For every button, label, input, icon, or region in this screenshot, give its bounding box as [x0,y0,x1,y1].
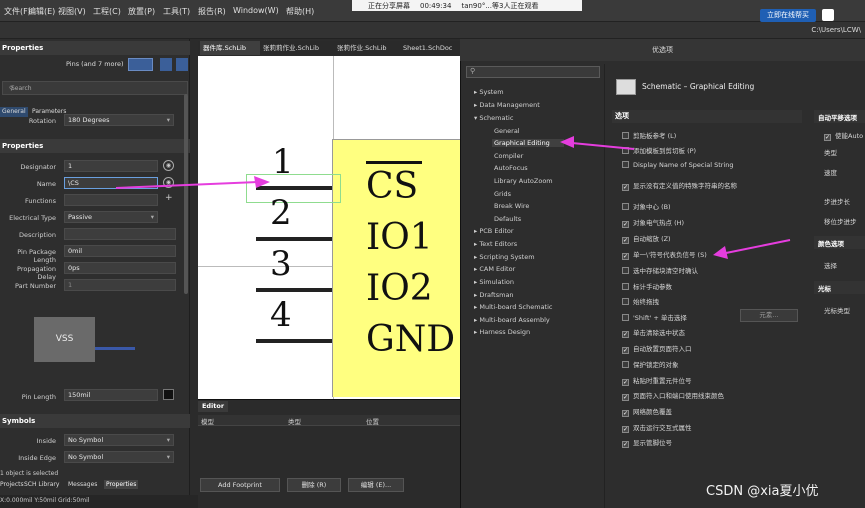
arrow-to-pin [115,176,270,189]
arrow-to-single-slash-option [713,239,791,259]
watermark: CSDN @xia夏小优 [706,484,819,499]
arrow-to-graphical-editing [560,136,635,150]
annotation-arrows [115,136,791,259]
